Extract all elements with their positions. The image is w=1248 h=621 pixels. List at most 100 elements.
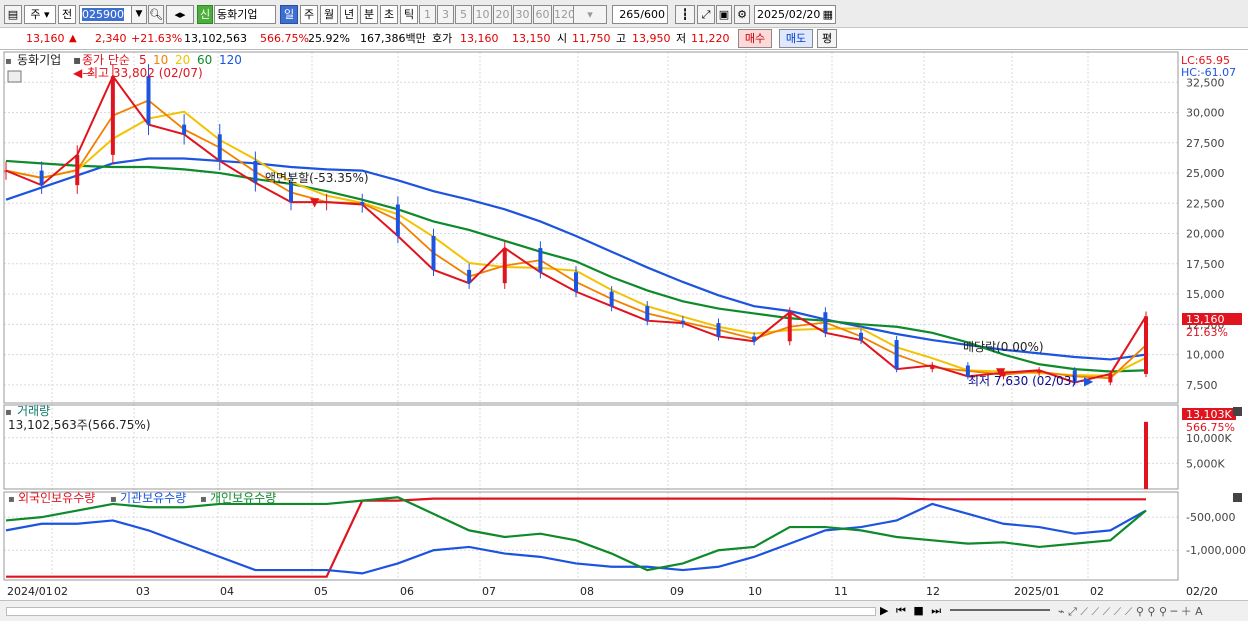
period-tab[interactable]: 주 [300, 5, 318, 24]
candle-body [1037, 370, 1042, 373]
code-dropdown-icon[interactable]: ▼ [131, 5, 147, 24]
interval-button[interactable]: 30 [513, 5, 532, 24]
hc-label: HC:-61.07 [1181, 66, 1236, 79]
ma5-line [5, 74, 1147, 384]
holding-legend-item: 개인보유수량 [210, 491, 276, 505]
holding-line [6, 497, 1146, 578]
x-axis-label: 02 [1090, 585, 1104, 598]
period-select[interactable]: 주 ▾ [24, 5, 56, 24]
interval-button[interactable]: 5 [455, 5, 472, 24]
holding-tick-label: -500,000 [1186, 511, 1235, 524]
period-tab[interactable]: 틱 [400, 5, 418, 24]
x-axis-label: 09 [670, 585, 684, 598]
x-axis-label: 02 [54, 585, 68, 598]
low-note: 최저 7,630 (02/03) [968, 374, 1076, 388]
interval-button[interactable]: 120 [553, 5, 574, 24]
period-tab[interactable]: 초 [380, 5, 398, 24]
legend-handle-icon: ▪ [73, 53, 81, 67]
ask-price: 13,160 [460, 32, 499, 45]
low-marker-arrow: —▶ [1072, 374, 1094, 388]
trade-amount: 167,386백만 [360, 32, 426, 45]
current-price-tag-text: 13,160 [1186, 313, 1225, 326]
interval-button[interactable]: 20 [493, 5, 512, 24]
interval-button[interactable]: 1 [419, 5, 436, 24]
scroll-track[interactable] [6, 607, 876, 616]
volume-pane-frame [3, 404, 1179, 490]
volume-handle-icon[interactable]: ▪ [5, 407, 12, 418]
candle-body [110, 76, 115, 155]
calendar-icon[interactable]: ▦ [823, 6, 833, 23]
pane-handle-icon[interactable]: ▪ [5, 56, 12, 67]
window-menu-icon[interactable]: ▤ [4, 5, 22, 24]
search-icon[interactable]: 🔍︎ [148, 5, 164, 24]
candle-body [787, 312, 792, 342]
settings-icon[interactable]: ⚙ [734, 5, 750, 24]
volume-bar [1144, 421, 1148, 489]
table-toggle-icon[interactable] [7, 70, 22, 83]
period-tab[interactable]: 일 [280, 5, 298, 24]
period-tab[interactable]: 월 [320, 5, 338, 24]
price-pane-title: 동화기업 [17, 53, 61, 67]
price-tick-label: 22,500 [1186, 197, 1225, 210]
interval-button[interactable]: 10 [473, 5, 492, 24]
prev-stock-icon[interactable]: ◂▸ [166, 5, 194, 24]
ma-legend-item: 60 [197, 53, 212, 67]
split-marker-icon: ▼ [310, 195, 320, 209]
holding-line [5, 496, 1147, 572]
ma-legend-prefix: 종가 단순 [82, 53, 130, 67]
buy-button[interactable]: 매수 [738, 29, 772, 48]
candle-body [217, 134, 222, 161]
up-arrow-icon: ▲ [69, 33, 77, 44]
eval-button[interactable]: 평 [817, 29, 837, 48]
volume-pane-close-icon[interactable] [1233, 407, 1242, 416]
drawing-tools-icons[interactable]: ⌁ ⤢ ⟋ ⟋ ⟋ ⟋ ⟋ ⚲ ⚲ ⚲ ─ ＋ A [1058, 603, 1203, 619]
candle-body [1108, 373, 1113, 383]
scroll-nav-buttons[interactable]: ▶ ⏮ ■ ⏭ [880, 604, 943, 618]
ma-legend-item: 10 [153, 53, 168, 67]
x-axis-label: 08 [580, 585, 594, 598]
bottom-toolbar: ▶ ⏮ ■ ⏭ ⌁ ⤢ ⟋ ⟋ ⟋ ⟋ ⟋ ⚲ ⚲ ⚲ ─ ＋ A [0, 600, 1248, 621]
high-note: 최고 33,802 (02/07) [87, 66, 203, 80]
interval-button[interactable]: 60 [533, 5, 552, 24]
candle-body [289, 182, 293, 203]
holding-pane-close-icon[interactable] [1233, 493, 1242, 502]
candle-body [431, 235, 436, 270]
ask-label: 호가 [432, 32, 453, 45]
save-icon[interactable]: ▣ [716, 5, 732, 24]
interval-button[interactable]: 3 [437, 5, 454, 24]
stock-name-field[interactable]: 동화기업 [214, 5, 276, 24]
zoom-slider[interactable] [950, 609, 1050, 613]
chart-area[interactable]: 7,50010,00012,50015,00017,50020,00022,50… [0, 50, 1248, 621]
ma-legend-item: 5 [139, 53, 147, 67]
interval-dropdown[interactable]: ▾ [573, 5, 607, 24]
holding-legend-handle-icon: ▪ [8, 494, 15, 505]
draw-tool-icon[interactable]: ⤢ [697, 5, 715, 24]
date-value: 2025/02/20 [757, 8, 821, 21]
candle-body [1144, 316, 1148, 374]
candle-body [324, 202, 329, 204]
volume-tick-label: 5,000K [1186, 457, 1225, 470]
change-amount: 2,340 [95, 32, 127, 45]
x-axis-label: 06 [400, 585, 414, 598]
jeon-button[interactable]: 전 [58, 5, 76, 24]
x-axis-label: 10 [748, 585, 762, 598]
split-note: 액면분할(-53.35%) [265, 171, 369, 185]
stock-code-value: 025900 [82, 8, 124, 21]
candle-body [75, 154, 80, 186]
date-field[interactable]: 2025/02/20 ▦ [754, 5, 836, 24]
price-tick-label: 15,000 [1186, 288, 1225, 301]
price-tick-label: 25,000 [1186, 167, 1225, 180]
holding-legend-handle-icon: ▪ [110, 494, 117, 505]
sell-button[interactable]: 매도 [779, 29, 813, 48]
x-axis-label: 05 [314, 585, 328, 598]
count-field[interactable]: 265/600 [612, 5, 668, 24]
holding-legend-handle-icon: ▪ [200, 494, 207, 505]
holding-legend-item: 기관보유수량 [120, 491, 186, 505]
candle-type-icon[interactable]: ┇ [675, 5, 695, 24]
x-axis-label: 03 [136, 585, 150, 598]
period-tab[interactable]: 분 [360, 5, 378, 24]
candle-body [395, 204, 400, 236]
period-tab[interactable]: 년 [340, 5, 358, 24]
bid-price: 13,150 [512, 32, 551, 45]
candle-body [930, 365, 935, 370]
